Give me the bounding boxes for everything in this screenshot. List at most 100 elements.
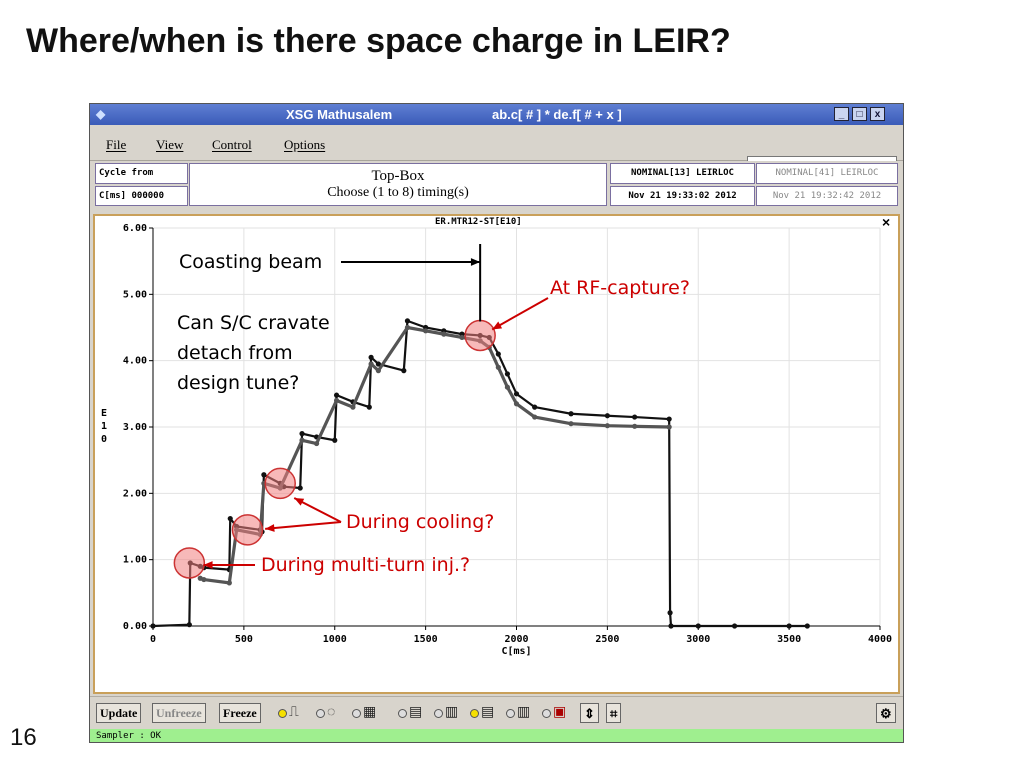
series-1-point [532,414,538,420]
series-0-point [804,623,810,629]
annotation-space-charge-question: Can S/C cravate detach from design tune? [177,312,330,394]
annotation-rf-capture: At RF-capture? [550,277,690,299]
title-bar[interactable]: ◆ XSG Mathusalem ab.c[ # ] * de.f[ # + x… [90,104,903,125]
series-0-point [604,413,610,419]
series-0-point [368,354,374,360]
series-0-point [668,623,674,629]
series-0-point [299,431,305,437]
series-0-point [632,414,638,420]
series-0-point [186,622,192,628]
y-tick-label: 5.00 [123,289,147,300]
grid-icon: ▦ [363,703,377,719]
plot-close-icon[interactable]: × [882,214,890,230]
maximize-button[interactable]: □ [852,107,867,121]
settings-button[interactable]: ⚙ [876,703,896,723]
series-0-line [152,319,808,628]
unfreeze-button[interactable]: Unfreeze [152,703,206,723]
series-0-point [666,416,672,422]
series-1-point [423,328,429,334]
series-0-point [504,371,511,377]
series-0-point [227,515,233,522]
mode-radio-6[interactable] [470,709,479,718]
menu-options[interactable]: Options [284,137,325,153]
window-menu-icon[interactable]: ◆ [96,107,105,121]
pulse-icon: ⎍ [289,703,299,719]
mode-radio-7[interactable] [506,709,515,718]
series-0-point [786,623,792,629]
series-1-point [299,437,305,443]
minimize-button[interactable]: _ [834,107,849,121]
previous-user-cell: NOMINAL[41] LEIRLOC [756,163,898,184]
series-0-point [404,318,411,324]
x-tick-label: 2500 [595,634,619,645]
chart-svg[interactable]: 0 500 1000 1500 2000 2500 3000 3500 4000 0.00 1.00… [95,216,898,692]
chart-icon-1: ▤ [409,703,423,719]
series-1-point [333,397,340,404]
series-0-point [568,411,574,417]
highlight-circle [264,467,296,500]
annotation-multi-turn-injection: During multi-turn inj.? [261,554,470,576]
signal-name: ER.MTR12-ST[E10] [435,217,522,227]
series-1-point [504,384,511,390]
mode-radio-3[interactable] [352,709,361,718]
current-time-cell: Nov 21 19:33:02 2012 [610,186,755,206]
highlight-circle [173,547,206,579]
zoom-button[interactable]: ⌗ [606,703,622,723]
mode-radio-8[interactable] [542,709,551,718]
scale-button[interactable]: ⇕ [580,703,599,723]
current-user-cell: NOMINAL[13] LEIRLOC [610,163,755,184]
x-tick-label: 0 [150,634,156,645]
x-tick-label: 3500 [777,634,801,645]
series-1-point [441,331,447,337]
close-button[interactable]: x [870,107,885,121]
highlight-circle [231,514,264,546]
rf-capture-arrow-shaft [491,297,549,331]
app-title: XSG Mathusalem [286,107,393,122]
top-box[interactable]: Top-Box Choose (1 to 8) timing(s) [189,163,607,206]
x-axis-label: C[ms] [501,646,531,657]
cooling-arrow-1-shaft [265,521,342,530]
x-tick-label: 3000 [686,634,710,645]
chart-icon-2: ▥ [445,703,459,719]
y-tick-label: 6.00 [123,223,147,234]
top-box-subtitle: Choose (1 to 8) timing(s) [327,185,469,200]
mode-radio-2[interactable] [316,709,325,718]
slide-title: Where/when is there space charge in LEIR… [26,22,731,60]
status-bar: Sampler : OK [90,729,903,742]
wave-icon: ◌ [327,703,336,719]
series-0-point [332,437,338,443]
series-0-point [333,392,340,398]
mode-radio-5[interactable] [434,709,443,718]
x-tick-label: 1000 [323,634,347,645]
menu-control[interactable]: Control [212,137,252,153]
series-1-point [313,440,320,447]
x-tick-label: 2000 [504,634,528,645]
series-1-point [350,404,356,410]
series-1-line [199,325,670,585]
menu-file[interactable]: File [106,137,126,153]
cycle-ms-field[interactable]: C[ms] 000000 [95,186,188,206]
series-1-point [568,421,574,427]
series-1-point [459,334,465,341]
y-tick-label: 3.00 [123,422,147,433]
menu-view[interactable]: View [156,137,183,153]
series-0-point [513,391,520,397]
freeze-button[interactable]: Freeze [219,703,261,723]
y-tick-label: 2.00 [123,488,147,499]
series-0-point [366,404,372,410]
y-axis-label: E10 [101,408,107,445]
series-1-point [604,423,610,429]
x-tick-label: 1500 [414,634,438,645]
annotation-during-cooling: During cooling? [346,511,494,533]
y-tick-label: 0.00 [123,621,147,632]
annotation-coasting-beam: Coasting beam [179,251,322,273]
info-bar: Cycle from C[ms] 000000 Top-Box Choose (… [90,161,903,211]
series-1-point [404,324,411,331]
mode-radio-1[interactable] [278,709,287,718]
series-1-point [632,423,638,429]
mode-radio-4[interactable] [398,709,407,718]
update-button[interactable]: Update [96,703,142,723]
series-1-point [495,364,501,370]
menu-bar: File View Control Options NOMINAL_Pb54_s… [90,126,903,178]
series-0-point [695,623,701,629]
